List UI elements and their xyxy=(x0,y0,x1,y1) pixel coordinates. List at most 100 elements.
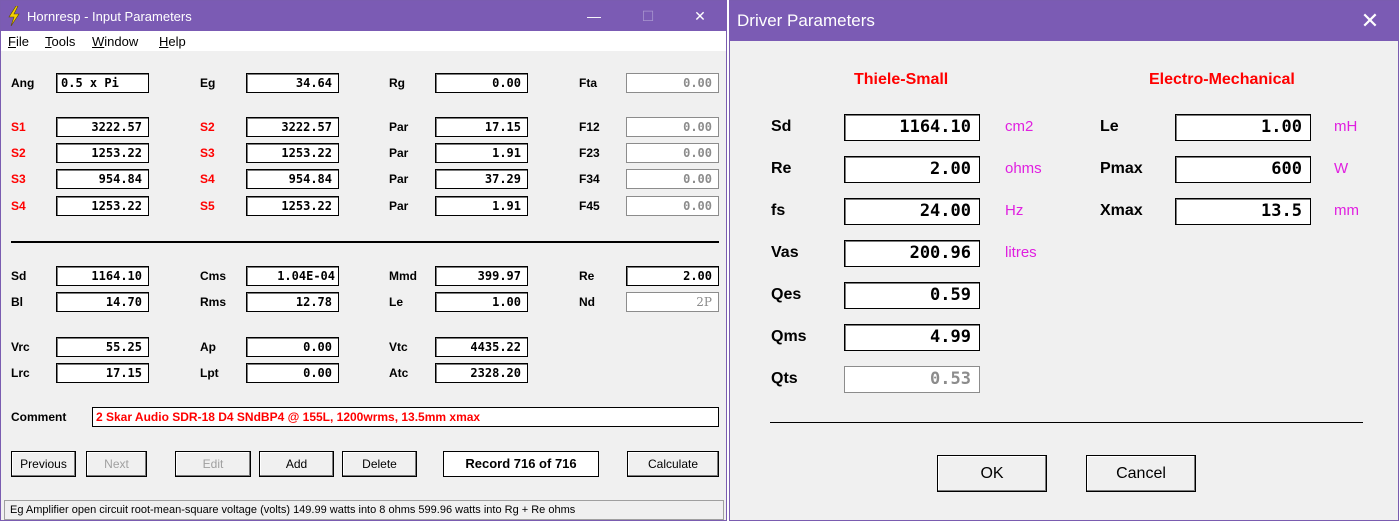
rms-field[interactable]: 12.78 xyxy=(246,292,339,312)
status-bar: Eg Amplifier open circuit root-mean-squa… xyxy=(4,500,724,520)
ts-qts-field[interactable]: 0.53 xyxy=(844,366,980,393)
s2-row-field[interactable]: 1253.22 xyxy=(56,143,149,163)
cancel-button[interactable]: Cancel xyxy=(1086,455,1196,492)
em-pmax-unit: W xyxy=(1334,160,1349,177)
par1-field[interactable]: 17.15 xyxy=(435,117,528,137)
ts-fs-label: fs xyxy=(771,202,786,219)
atc-label: Atc xyxy=(389,366,409,380)
driver-parameters-dialog: Driver Parameters ✕ Thiele-Small Electro… xyxy=(729,0,1399,521)
ts-vas-field[interactable]: 200.96 xyxy=(844,240,980,267)
rg-field[interactable]: 0.00 xyxy=(435,73,528,93)
em-pmax-field[interactable]: 600 xyxy=(1175,156,1311,183)
s5-field[interactable]: 1253.22 xyxy=(246,196,339,216)
s3-row-label: S3 xyxy=(11,172,26,186)
vrc-field[interactable]: 55.25 xyxy=(56,337,149,357)
dialog-titlebar[interactable]: Driver Parameters ✕ xyxy=(730,1,1398,41)
rms-label: Rms xyxy=(200,295,227,309)
atc-field[interactable]: 2328.20 xyxy=(435,363,528,383)
s4-row-field[interactable]: 1253.22 xyxy=(56,196,149,216)
em-xmax-field[interactable]: 13.5 xyxy=(1175,198,1311,225)
delete-button[interactable]: Delete xyxy=(342,451,417,477)
eg-field[interactable]: 34.64 xyxy=(246,73,339,93)
vrc-label: Vrc xyxy=(11,340,30,354)
hornresp-window: Hornresp - Input Parameters — ☐ ✕ File T… xyxy=(0,0,727,521)
s2-label: S2 xyxy=(200,120,215,134)
nd-label: Nd xyxy=(579,295,595,309)
comment-label: Comment xyxy=(11,410,67,424)
s3-field[interactable]: 1253.22 xyxy=(246,143,339,163)
bl-label: Bl xyxy=(11,295,23,309)
f12-label: F12 xyxy=(579,120,600,134)
s4-field[interactable]: 954.84 xyxy=(246,169,339,189)
par4-field[interactable]: 1.91 xyxy=(435,196,528,216)
f23-label: F23 xyxy=(579,146,600,160)
ts-re-field[interactable]: 2.00 xyxy=(844,156,980,183)
calculate-button[interactable]: Calculate xyxy=(627,451,719,477)
lpt-field[interactable]: 0.00 xyxy=(246,363,339,383)
dialog-divider xyxy=(770,422,1363,423)
par3-label: Par xyxy=(389,172,409,186)
re-label: Re xyxy=(579,269,595,283)
vtc-field[interactable]: 4435.22 xyxy=(435,337,528,357)
ts-sd-field[interactable]: 1164.10 xyxy=(844,114,980,141)
par4-label: Par xyxy=(389,199,409,213)
ts-sd-label: Sd xyxy=(771,118,792,135)
maximize-button[interactable]: ☐ xyxy=(625,1,671,31)
cms-field[interactable]: 1.04E-04 xyxy=(246,266,339,286)
s1-field[interactable]: 3222.57 xyxy=(56,117,149,137)
ap-field[interactable]: 0.00 xyxy=(246,337,339,357)
fta-label: Fta xyxy=(579,76,597,90)
par2-field[interactable]: 1.91 xyxy=(435,143,528,163)
comment-field[interactable]: 2 Skar Audio SDR-18 D4 SNdBP4 @ 155L, 12… xyxy=(92,407,719,427)
bl-field[interactable]: 14.70 xyxy=(56,292,149,312)
s2-field[interactable]: 3222.57 xyxy=(246,117,339,137)
em-le-field[interactable]: 1.00 xyxy=(1175,114,1311,141)
menu-window[interactable]: Window xyxy=(92,34,138,49)
s3-row-field[interactable]: 954.84 xyxy=(56,169,149,189)
menu-help[interactable]: Help xyxy=(159,34,186,49)
menu-tools[interactable]: Tools xyxy=(45,34,75,49)
ts-vas-label: Vas xyxy=(771,244,799,261)
em-le-unit: mH xyxy=(1334,118,1358,135)
f12-field[interactable]: 0.00 xyxy=(626,117,719,137)
next-button[interactable]: Next xyxy=(86,451,147,477)
ts-qts-label: Qts xyxy=(771,370,798,387)
hornresp-titlebar[interactable]: Hornresp - Input Parameters — ☐ ✕ xyxy=(1,1,726,31)
close-button[interactable]: ✕ xyxy=(677,1,723,31)
par3-field[interactable]: 37.29 xyxy=(435,169,528,189)
f23-field[interactable]: 0.00 xyxy=(626,143,719,163)
f45-label: F45 xyxy=(579,199,600,213)
menu-bar: File Tools Window Help xyxy=(1,31,726,51)
menu-file[interactable]: File xyxy=(8,34,29,49)
ts-fs-field[interactable]: 24.00 xyxy=(844,198,980,225)
re-field[interactable]: 2.00 xyxy=(626,266,719,286)
s3-label: S3 xyxy=(200,146,215,160)
minimize-button[interactable]: — xyxy=(571,1,617,31)
le-label: Le xyxy=(389,295,404,309)
f34-label: F34 xyxy=(579,172,600,186)
ts-qms-field[interactable]: 4.99 xyxy=(844,324,980,351)
add-button[interactable]: Add xyxy=(259,451,334,477)
fta-field[interactable]: 0.00 xyxy=(626,73,719,93)
le-field[interactable]: 1.00 xyxy=(435,292,528,312)
eg-label: Eg xyxy=(200,76,216,90)
sd-label: Sd xyxy=(11,269,27,283)
ts-fs-unit: Hz xyxy=(1005,202,1024,219)
previous-button[interactable]: Previous xyxy=(11,451,76,477)
par2-label: Par xyxy=(389,146,409,160)
sd-field[interactable]: 1164.10 xyxy=(56,266,149,286)
lrc-field[interactable]: 17.15 xyxy=(56,363,149,383)
mmd-label: Mmd xyxy=(389,269,417,283)
ts-qes-field[interactable]: 0.59 xyxy=(844,282,980,309)
ok-button[interactable]: OK xyxy=(937,455,1047,492)
f34-field[interactable]: 0.00 xyxy=(626,169,719,189)
edit-button[interactable]: Edit xyxy=(175,451,251,477)
ts-sd-unit: cm2 xyxy=(1005,118,1034,135)
lpt-label: Lpt xyxy=(200,366,219,380)
ang-field[interactable]: 0.5 x Pi xyxy=(56,73,149,93)
mmd-field[interactable]: 399.97 xyxy=(435,266,528,286)
f45-field[interactable]: 0.00 xyxy=(626,196,719,216)
nd-field[interactable]: 2P xyxy=(626,292,719,312)
window-title: Hornresp - Input Parameters xyxy=(27,9,192,24)
dialog-close-button[interactable]: ✕ xyxy=(1342,1,1398,41)
